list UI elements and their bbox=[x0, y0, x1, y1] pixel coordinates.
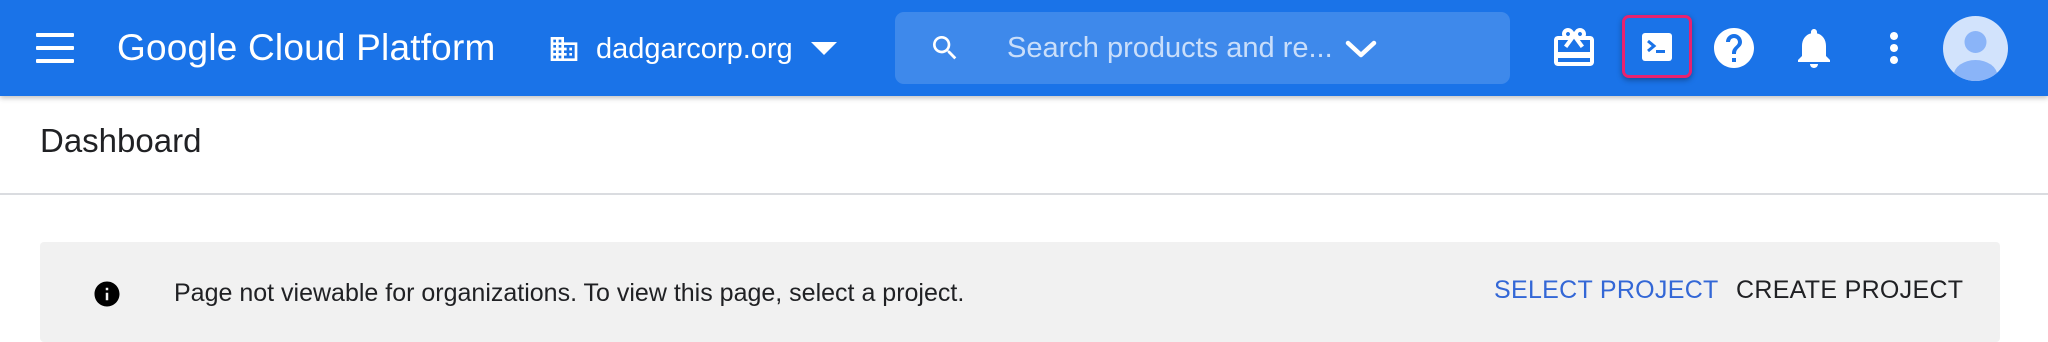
organization-name: dadgarcorp.org bbox=[596, 32, 793, 65]
page-title: Dashboard bbox=[40, 122, 202, 159]
select-project-button[interactable]: SELECT PROJECT bbox=[1494, 276, 1719, 305]
organization-icon bbox=[548, 33, 580, 65]
help-icon[interactable] bbox=[1710, 24, 1758, 72]
create-project-button[interactable]: CREATE PROJECT bbox=[1736, 276, 1963, 305]
expand-chevron-icon[interactable] bbox=[1341, 26, 1391, 70]
more-vert-icon[interactable] bbox=[1870, 24, 1918, 72]
divider bbox=[0, 193, 2048, 195]
top-app-bar: Google Cloud Platform dadgarcorp.org bbox=[0, 0, 2048, 96]
notifications-icon[interactable] bbox=[1790, 24, 1838, 72]
menu-icon[interactable] bbox=[36, 33, 74, 63]
cloud-shell-icon bbox=[1642, 33, 1672, 61]
info-icon bbox=[92, 279, 122, 309]
gift-icon[interactable] bbox=[1550, 24, 1598, 72]
person-icon bbox=[1953, 31, 1998, 81]
dropdown-caret-icon bbox=[810, 42, 837, 56]
account-avatar[interactable] bbox=[1943, 16, 2008, 81]
info-banner: Page not viewable for organizations. To … bbox=[40, 242, 2000, 342]
banner-message: Page not viewable for organizations. To … bbox=[174, 279, 965, 307]
organization-selector[interactable]: dadgarcorp.org bbox=[548, 26, 837, 72]
product-title[interactable]: Google Cloud Platform bbox=[117, 26, 496, 70]
cloud-shell-button[interactable] bbox=[1622, 15, 1692, 78]
search-bar[interactable] bbox=[895, 12, 1510, 84]
search-icon[interactable] bbox=[929, 32, 961, 64]
